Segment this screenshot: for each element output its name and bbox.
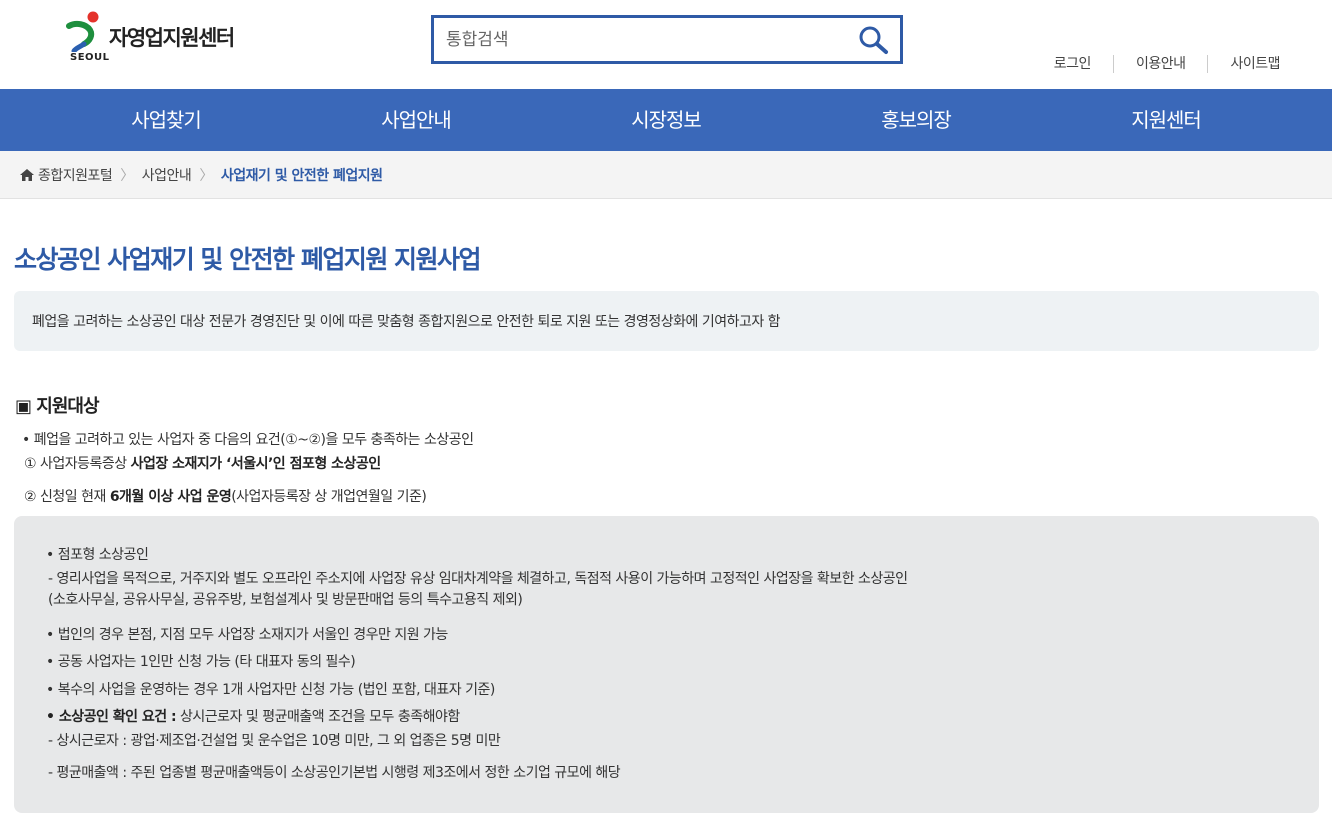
search-icon[interactable] xyxy=(858,25,890,55)
guide-link[interactable]: 이용안내 xyxy=(1112,55,1208,73)
breadcrumb-item-current[interactable]: 사업재기 및 안전한 폐업지원 xyxy=(221,165,383,185)
note-multiple-business: • 복수의 사업을 운영하는 경우 1개 사업자만 신청 가능 (법인 포함, … xyxy=(46,682,495,698)
chevron-right-icon: 〉 xyxy=(120,167,134,184)
breadcrumb-item-portal[interactable]: 종합지원포털 xyxy=(38,165,113,185)
note-store-type-desc-2: (소호사무실, 공유사무실, 공유주방, 보험설계사 및 방문판매업 등의 특수… xyxy=(48,592,523,608)
note-joint-business: • 공동 사업자는 1인만 신청 가능 (타 대표자 동의 필수) xyxy=(46,654,356,670)
section-title-target: ▣ 지원대상 xyxy=(15,396,100,417)
target-requirement-1: ① 사업자등록증상 사업장 소재지가 ‘서울시’인 점포형 소상공인 xyxy=(24,453,381,473)
home-icon xyxy=(20,168,34,181)
note-store-type-title: • 점포형 소상공인 xyxy=(46,547,149,563)
summary-box: 폐업을 고려하는 소상공인 대상 전문가 경영진단 및 이에 따른 맞춤형 종합… xyxy=(14,291,1319,351)
nav-item-market-info[interactable]: 시장정보 xyxy=(541,89,791,151)
logo-title: 자영업지원센터 xyxy=(109,26,235,50)
logo-seoul-text: SEOUL xyxy=(70,52,110,63)
note-employees: - 상시근로자 : 광업·제조업·건설업 및 운수업은 10명 미만, 그 외 … xyxy=(48,733,501,749)
target-requirement-2: ② 신청일 현재 6개월 이상 사업 운영(사업자등록장 상 개업연월일 기준) xyxy=(24,486,427,506)
nav-item-find-business[interactable]: 사업찾기 xyxy=(41,89,291,151)
utility-links: 로그인 이용안내 사이트맵 xyxy=(1032,55,1298,73)
note-revenue: - 평균매출액 : 주된 업종별 평균매출액등이 소상공인기본법 시행령 제3조… xyxy=(48,765,621,781)
page-title: 소상공인 사업재기 및 안전한 폐업지원 지원사업 xyxy=(14,245,482,274)
req2-suffix: (사업자등록장 상 개업연월일 기준) xyxy=(231,489,427,505)
req2-prefix: ② 신청일 현재 xyxy=(24,489,110,505)
nav-item-support-center[interactable]: 지원센터 xyxy=(1041,89,1291,151)
search-input[interactable] xyxy=(446,27,846,53)
login-link[interactable]: 로그인 xyxy=(1032,55,1113,73)
req1-prefix: ① 사업자등록증상 xyxy=(24,456,131,472)
target-intro: • 폐업을 고려하고 있는 사업자 중 다음의 요건(①~②)을 모두 충족하는… xyxy=(22,432,474,448)
note-small-business-req: • 소상공인 확인 요건 : 상시근로자 및 평균매출액 조건을 모두 충족해야… xyxy=(46,706,460,726)
seoul-logo-icon xyxy=(66,11,99,52)
req1-bold: 사업장 소재지가 ‘서울시’인 점포형 소상공인 xyxy=(130,456,381,472)
chevron-right-icon: 〉 xyxy=(199,167,213,184)
breadcrumb-item-guide[interactable]: 사업안내 xyxy=(142,165,192,185)
nav-item-promotion[interactable]: 홍보의장 xyxy=(791,89,1041,151)
note-store-type-desc-1: - 영리사업을 목적으로, 거주지와 별도 오프라인 주소지에 사업장 유상 임… xyxy=(48,571,908,587)
note-small-business-req-bold: • 소상공인 확인 요건 : xyxy=(46,709,177,725)
search-box xyxy=(431,15,903,64)
note-small-business-req-rest: 상시근로자 및 평균매출액 조건을 모두 충족해야함 xyxy=(176,709,460,725)
summary-text: 폐업을 고려하는 소상공인 대상 전문가 경영진단 및 이에 따른 맞춤형 종합… xyxy=(32,314,781,330)
nav-item-business-guide[interactable]: 사업안내 xyxy=(291,89,541,151)
req2-bold: 6개월 이상 사업 운영 xyxy=(109,489,232,505)
sitemap-link[interactable]: 사이트맵 xyxy=(1207,55,1298,73)
breadcrumb: 종합지원포털 〉 사업안내 〉 사업재기 및 안전한 폐업지원 xyxy=(0,151,1332,199)
breadcrumb-home[interactable] xyxy=(20,168,34,181)
main-nav: 사업찾기 사업안내 시장정보 홍보의장 지원센터 xyxy=(0,89,1332,151)
note-corporation: • 법인의 경우 본점, 지점 모두 사업장 소재지가 서울인 경우만 지원 가… xyxy=(46,627,448,643)
site-logo[interactable]: SEOUL 자영업지원센터 xyxy=(66,10,256,66)
site-header: SEOUL 자영업지원센터 로그인 이용안내 사이트맵 xyxy=(0,0,1332,89)
